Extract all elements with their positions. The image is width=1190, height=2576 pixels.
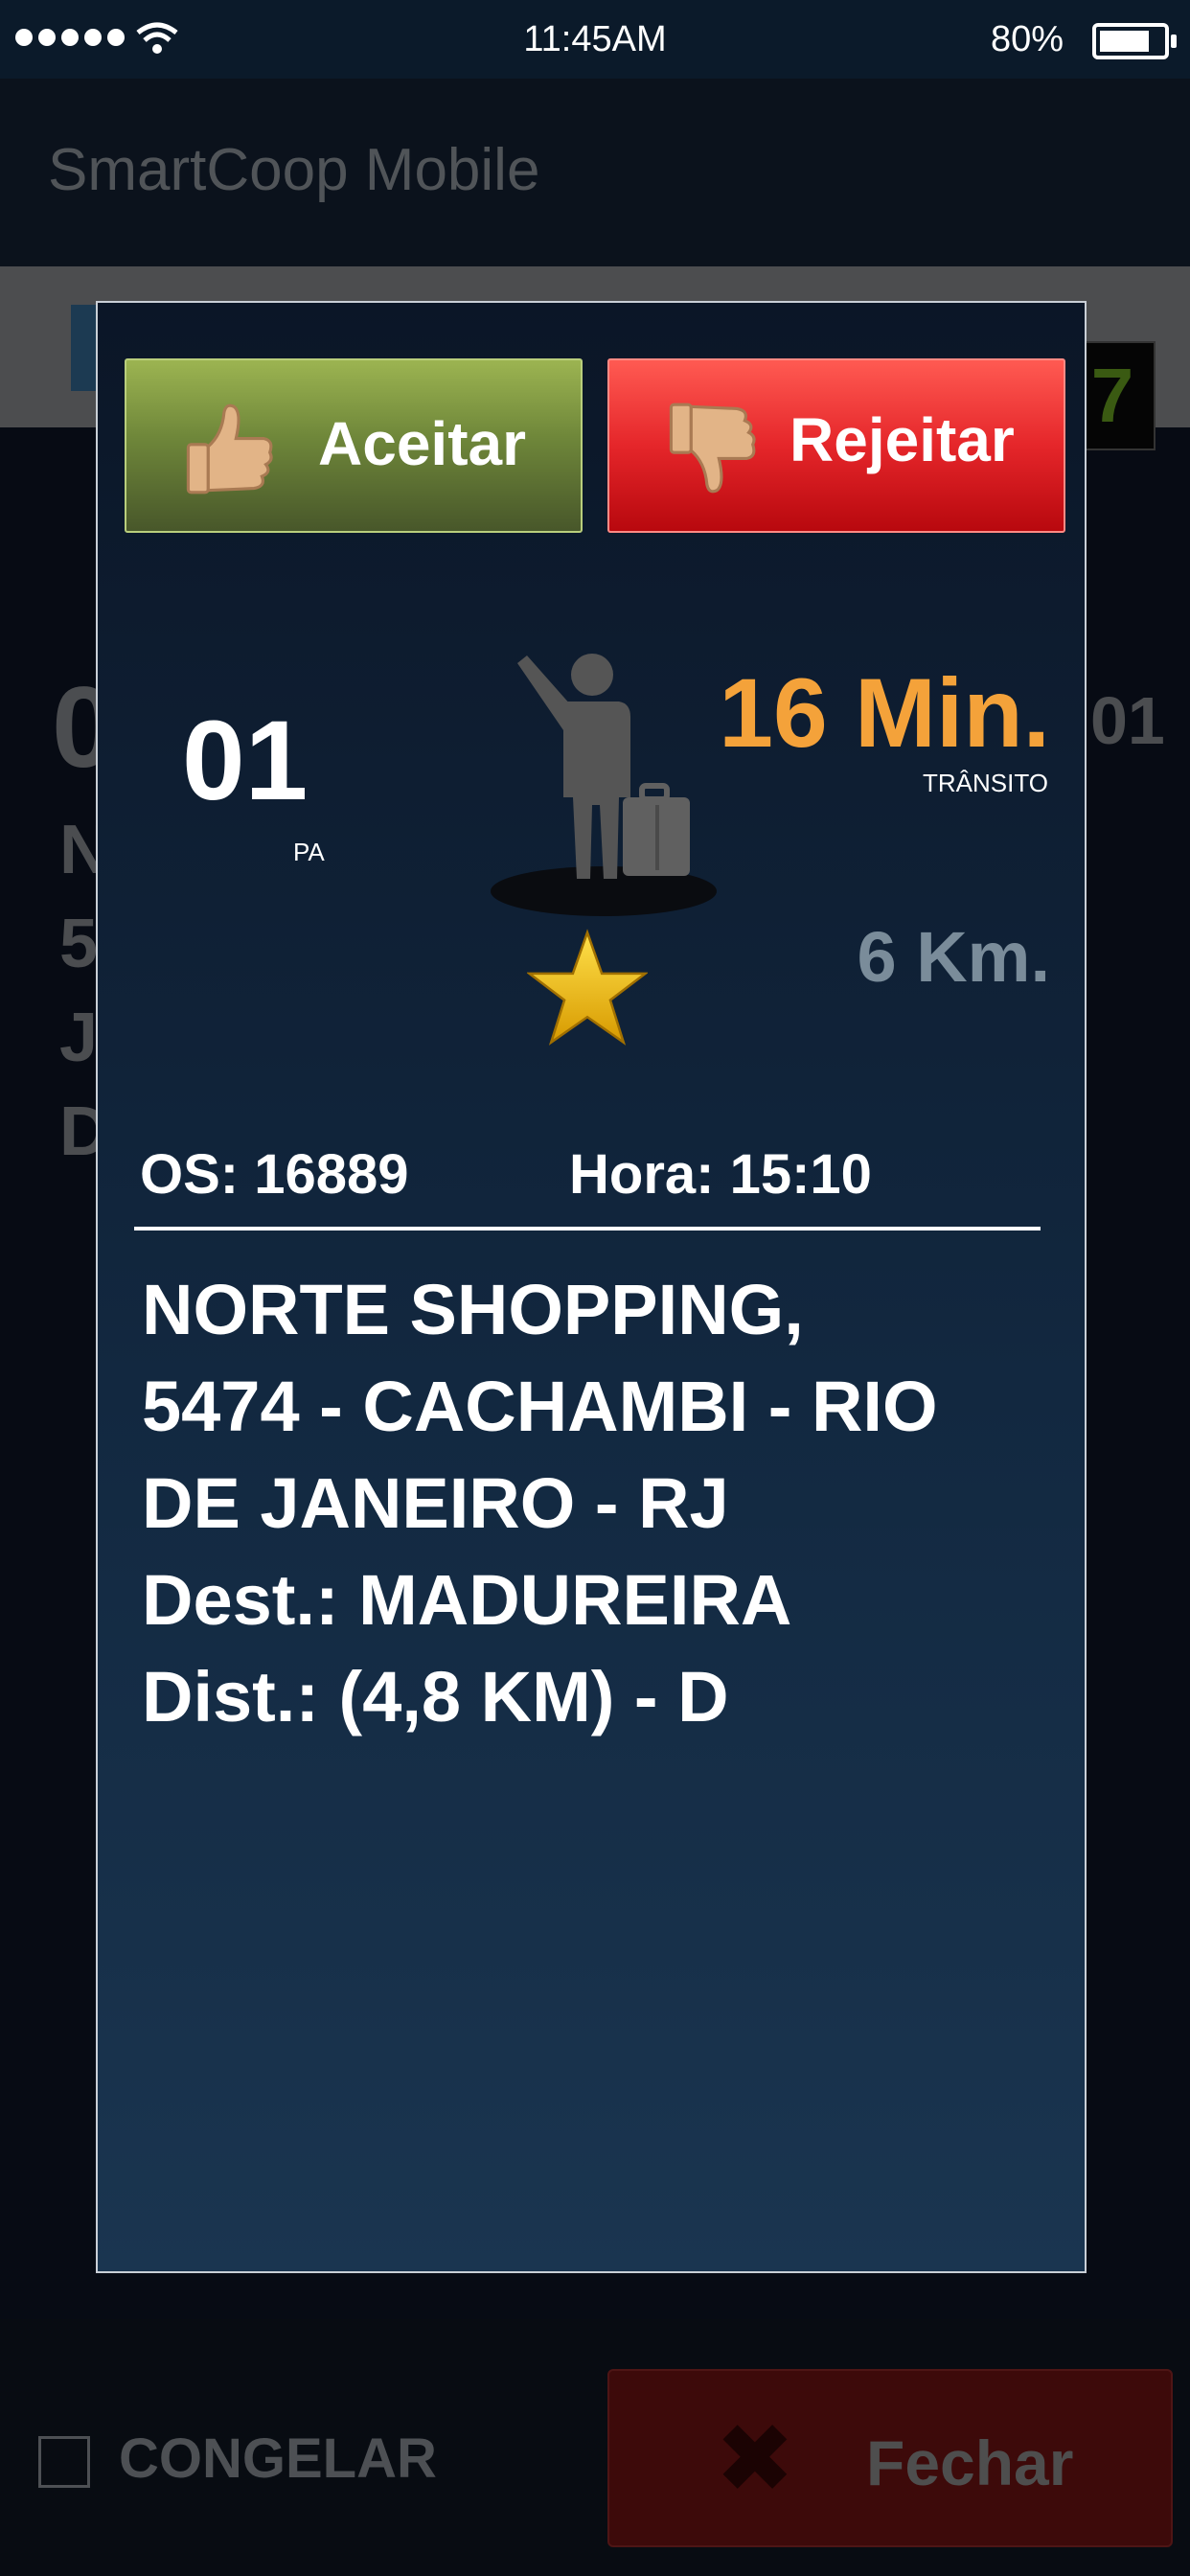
freeze-checkbox[interactable] [38,2436,90,2488]
app-header: SmartCoop Mobile [0,79,1190,266]
accept-button-label: Aceitar [318,409,526,478]
status-bar: 11:45AM 80% [0,0,1190,79]
passenger-icon [491,654,717,916]
distance-line: Dist.: (4,8 KM) - D [142,1657,729,1736]
app-title: SmartCoop Mobile [48,137,540,203]
eta-value: 16 Min. [719,658,1050,768]
address-line: DE JANEIRO - RJ [142,1463,729,1543]
bg-letter: J [59,1000,99,1076]
battery-percent: 80% [990,19,1064,59]
bg-right-number: 01 [1090,683,1165,758]
order-number: OS: 16889 [140,1143,409,1206]
reject-button[interactable]: Rejeitar [607,358,1065,533]
ride-request-modal: Aceitar Rejeitar 01 PA 16 Min. TRÂNSITO … [96,301,1087,2273]
accept-button[interactable]: Aceitar [125,358,583,533]
address-block: NORTE SHOPPING, 5474 - CACHAMBI - RIO DE… [142,1261,1062,1745]
freeze-label: CONGELAR [119,2427,437,2490]
reject-button-label: Rejeitar [790,405,1015,474]
thumbs-up-icon [186,403,273,494]
divider [134,1227,1041,1230]
pa-label: PA [293,838,325,866]
close-button[interactable]: ✖ Fechar [607,2369,1173,2547]
pa-number: 01 [182,698,309,824]
distance-value: 6 Km. [857,917,1050,997]
address-line: NORTE SHOPPING, [142,1270,804,1349]
destination-line: Dest.: MADUREIRA [142,1560,792,1640]
battery-icon [1092,23,1177,59]
close-icon: ✖ [715,2405,795,2513]
close-button-label: Fechar [866,2427,1074,2498]
bg-letter: 5 [59,906,99,982]
address-line: 5474 - CACHAMBI - RIO [142,1367,938,1446]
traffic-label: TRÂNSITO [923,769,1048,797]
thumbs-down-icon [669,402,756,494]
pickup-time: Hora: 15:10 [569,1143,872,1206]
star-icon [527,929,648,1046]
